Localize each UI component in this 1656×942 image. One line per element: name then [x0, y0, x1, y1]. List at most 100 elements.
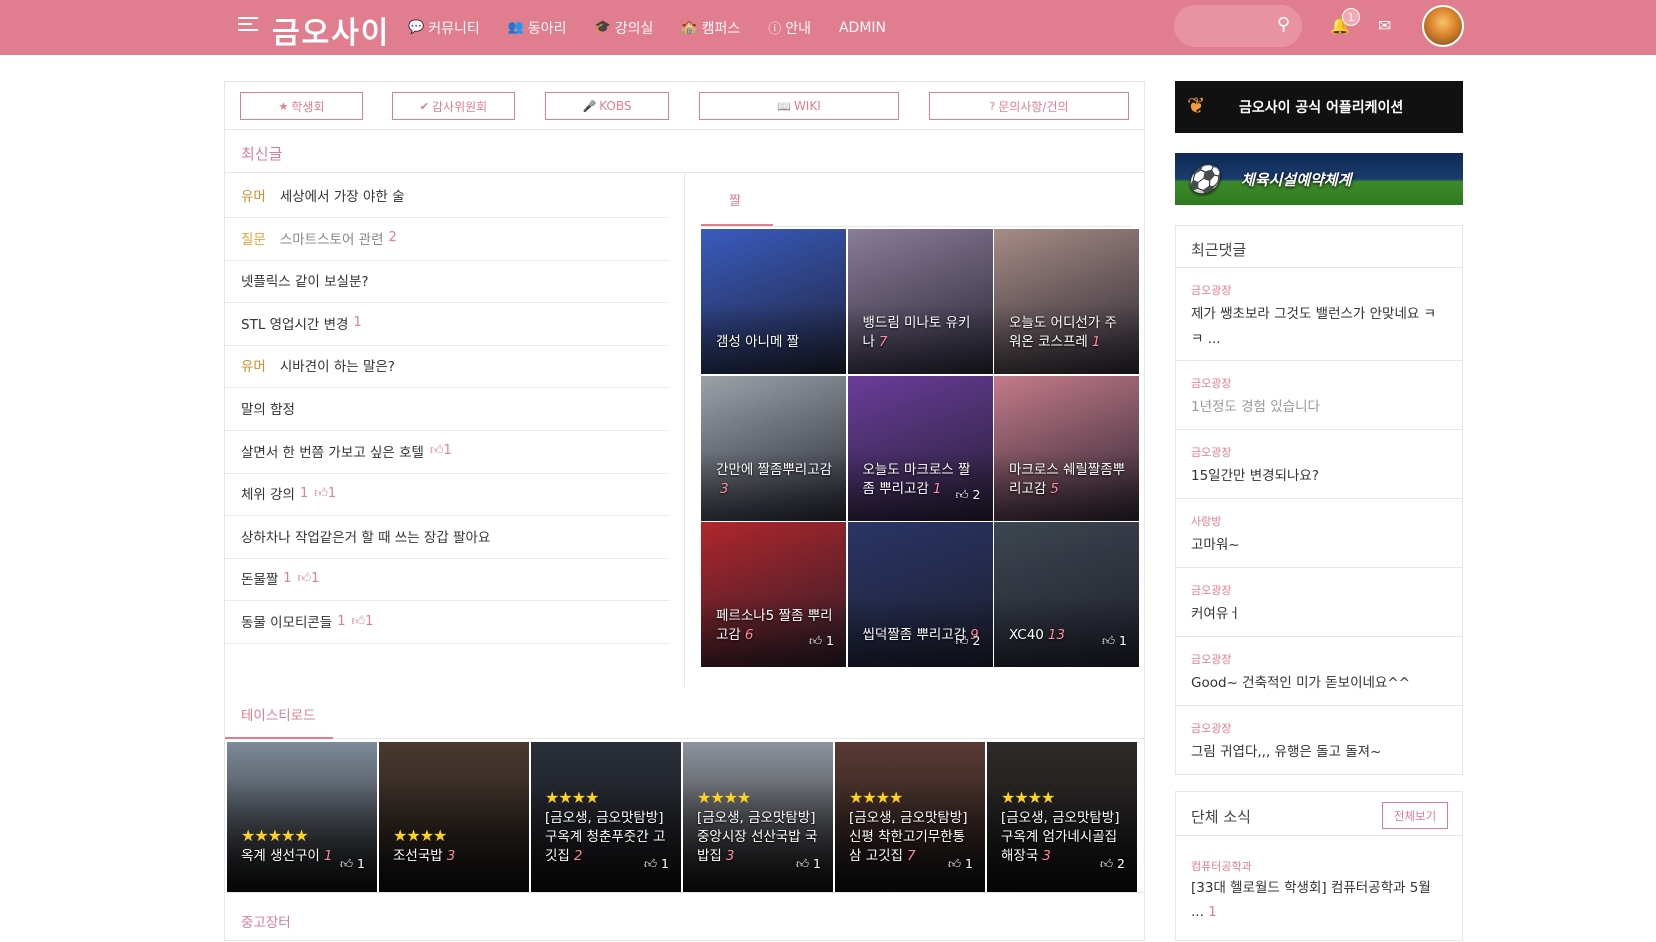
jjal-tile[interactable]: 씹덕짤좀 뿌리고감 9 👍︎ 2: [847, 522, 993, 667]
tasteroad-header: 테이스티로드: [225, 687, 1144, 739]
list-item[interactable]: 동물 이모티콘들 1 👍︎1: [225, 599, 669, 644]
restaurant-tile[interactable]: ★★★★ [금오생, 금오맛탐방] 신평 착한고기무한통삼 고깃집 7 👍︎ 1: [835, 742, 985, 892]
latest-post-list: 유머 세상에서 가장 야한 술 질문 스마트스토어 관련 2 넷플릭스 같이 보실분? ST…: [225, 173, 685, 687]
tile-caption: 조선국밥 3: [393, 847, 519, 866]
main-panel: ★ 학생회 ✔ 감사위원회 🎤 KOBS 📖 WIKI ? 문의사항/건의 최신글 유머 세…: [224, 81, 1145, 941]
jjal-tile[interactable]: XC40 13 👍︎ 1: [994, 522, 1139, 667]
thumbs-up-icon: 👍︎: [955, 486, 973, 502]
audit-committee-button[interactable]: ✔ 감사위원회: [392, 92, 515, 120]
recent-comments-title: 최근댓글: [1176, 226, 1462, 268]
tile-comment-count: 1: [1091, 334, 1101, 350]
list-item[interactable]: 질문 스마트스토어 관련 2: [225, 216, 669, 261]
nav-lecture[interactable]: 🎓 강의실: [595, 18, 654, 38]
latest-header: 최신글: [225, 130, 1144, 173]
like-number: 1: [826, 633, 834, 648]
list-item[interactable]: 넷플릭스 같이 보실분?: [225, 258, 669, 304]
list-item[interactable]: 말의 함정: [225, 386, 669, 431]
restaurant-tile[interactable]: ★★★★ 조선국밥 3: [379, 742, 529, 892]
mail-icon[interactable]: ✉: [1378, 16, 1391, 35]
jjal-tile[interactable]: 갬성 아니메 짤: [701, 229, 846, 374]
restaurant-tile[interactable]: ★★★★ [금오생, 금오맛탐방] 구옥계 엄가네시골집 해장국 3 👍︎ 2: [987, 742, 1137, 892]
tile-like-count: 👍︎ 1: [948, 856, 973, 872]
post-title: STL 영업시간 변경: [241, 316, 349, 333]
user-avatar[interactable]: [1422, 5, 1464, 47]
tile-title: 오늘도 어디선가 주워온 코스프레: [1009, 315, 1117, 350]
nav-campus[interactable]: 🏫 캠퍼스: [681, 18, 740, 38]
comment-item[interactable]: 금오광장 그림 귀엽다,,, 유행은 돌고 돌져~: [1176, 706, 1462, 775]
post-title: 넷플릭스 같이 보실분?: [241, 274, 369, 291]
comment-item[interactable]: 금오광장 커여유ㅓ: [1176, 568, 1462, 637]
wiki-button[interactable]: 📖 WIKI: [699, 92, 899, 120]
comment-item[interactable]: 금오광장 제가 쌩초보라 그것도 밸런스가 안맞네요 ㅋㅋ ...: [1176, 268, 1462, 361]
search-input[interactable]: ⚲: [1174, 5, 1302, 47]
tab-tasteroad[interactable]: 테이스티로드: [225, 687, 333, 739]
tile-comment-count: 1: [323, 848, 333, 864]
like-count: 👍︎1: [298, 571, 320, 586]
nav-community[interactable]: 💬 커뮤니티: [408, 18, 480, 38]
list-item[interactable]: 유머 시바견이 하는 말은?: [225, 343, 669, 389]
comment-item[interactable]: 금오광장 1년정도 경험 있습니다: [1176, 361, 1462, 430]
comment-count: 1: [283, 570, 292, 586]
question-icon: ?: [989, 99, 996, 113]
list-item[interactable]: STL 영업시간 변경 1: [225, 301, 669, 346]
notification-button[interactable]: 🔔 1: [1330, 8, 1360, 35]
rating-stars: ★★★★: [545, 788, 599, 807]
used-market-title[interactable]: 중고장터: [241, 911, 291, 931]
jjal-tile[interactable]: 오늘도 마크로스 짤좀 뿌리고감 1 👍︎ 2: [847, 375, 993, 521]
jjal-tile[interactable]: 뱅드림 미나토 유키나 7: [847, 229, 993, 374]
student-council-button[interactable]: ★ 학생회: [240, 92, 363, 120]
jjal-tile[interactable]: 오늘도 어디선가 주워온 코스프레 1: [994, 229, 1139, 374]
like-count: 👍︎1: [430, 443, 452, 458]
comments-icon: 💬: [408, 20, 425, 35]
main-nav: 💬 커뮤니티 👥 동아리 🎓 강의실 🏫 캠퍼스 ⓘ 안내 ADMIN: [408, 0, 914, 55]
comment-count: 1: [353, 315, 362, 331]
rating-stars: ★★★★: [697, 788, 751, 807]
search-icon[interactable]: ⚲: [1277, 14, 1290, 35]
tile-comment-count: 2: [573, 848, 583, 864]
nav-clubs[interactable]: 👥 동아리: [508, 18, 567, 38]
tile-like-count: 👍︎ 2: [956, 487, 981, 503]
nav-info[interactable]: ⓘ 안내: [768, 18, 811, 38]
news-board[interactable]: 컴퓨터공학과: [1191, 858, 1252, 874]
like-number: 1: [965, 856, 973, 871]
comment-board: 금오광장: [1191, 446, 1232, 459]
restaurant-tile[interactable]: ★★★★ [금오생, 금오맛탐방] 중앙시장 선산국밥 국밥집 3 👍︎ 1: [683, 742, 833, 892]
restaurant-tile[interactable]: ★★★★ [금오생, 금오맛탐방] 구옥계 청춘푸줏간 고깃집 2 👍︎ 1: [531, 742, 681, 892]
list-item[interactable]: 살면서 한 번쯤 가보고 싶은 호텔 👍︎1: [225, 429, 669, 474]
jjal-tile[interactable]: 페르소나5 짤좀 뿌리고감 6 👍︎ 1: [701, 522, 846, 667]
thumbs-up-icon: 👍︎: [297, 570, 312, 586]
comment-item[interactable]: 금오광장 15일간만 변경되나요?: [1176, 430, 1462, 499]
view-all-button[interactable]: 전체보기: [1382, 802, 1448, 829]
nav-admin[interactable]: ADMIN: [839, 20, 886, 36]
tile-comment-count: 5: [1050, 480, 1059, 497]
top-navbar: 금오사이 💬 커뮤니티 👥 동아리 🎓 강의실 🏫 캠퍼스 ⓘ 안내 ADMIN ⚲ 🔔 1…: [0, 0, 1656, 55]
list-item[interactable]: 상하차나 작업같은거 할 때 쓰는 장갑 팔아요: [225, 514, 669, 559]
comment-item[interactable]: 사랑방 고마워~: [1176, 499, 1462, 568]
app-banner[interactable]: ❦ 금오사이 공식 어플리케이션: [1175, 81, 1463, 133]
inquiry-button[interactable]: ? 문의사항/건의: [929, 92, 1129, 120]
news-item[interactable]: [33대 헬로월드 학생회] 컴퓨터공학과 5월 ... 1: [1191, 876, 1447, 924]
post-title: 돈물짤: [241, 572, 279, 589]
recent-comments-panel: 최근댓글 금오광장 제가 쌩초보라 그것도 밸런스가 안맞네요 ㅋㅋ ... 금오광…: [1175, 225, 1463, 775]
site-logo[interactable]: 금오사이: [272, 8, 390, 52]
comment-count: 1: [337, 613, 346, 629]
tile-caption: 갬성 아니메 짤: [716, 333, 834, 352]
list-item[interactable]: 체위 강의 1 👍︎1: [225, 471, 669, 517]
comment-text: 제가 쌩초보라 그것도 밸런스가 안맞네요 ㅋㅋ ...: [1191, 306, 1437, 347]
post-title: 세상에서 가장 야한 술: [279, 189, 405, 205]
list-item[interactable]: 돈물짤 1 👍︎1: [225, 556, 669, 602]
kobs-button[interactable]: 🎤 KOBS: [545, 92, 669, 120]
hamburger-menu-icon[interactable]: [238, 17, 258, 33]
comment-text: 고마워~: [1191, 537, 1240, 553]
post-title: 체위 강의: [241, 487, 295, 504]
jjal-tile[interactable]: 간만에 짤좀뿌리고감 3: [701, 375, 846, 521]
tile-title: 갬성 아니메 짤: [716, 334, 800, 350]
like-number: 2: [1117, 856, 1125, 871]
tab-jjal[interactable]: 짤: [701, 173, 773, 226]
restaurant-tile[interactable]: ★★★★★ 옥계 생선구이 1 👍︎ 1: [227, 742, 377, 892]
sports-facility-banner[interactable]: ⚽ 체육시설예약체계: [1175, 153, 1463, 205]
tile-comment-count: 6: [744, 627, 754, 643]
jjal-tile[interactable]: 마크로스 쉐릴짤좀뿌리고감 5: [994, 375, 1139, 521]
comment-item[interactable]: 금오광장 Good~ 건축적인 미가 돋보이네요^^: [1176, 637, 1462, 706]
list-item[interactable]: 유머 세상에서 가장 야한 술: [225, 173, 669, 218]
